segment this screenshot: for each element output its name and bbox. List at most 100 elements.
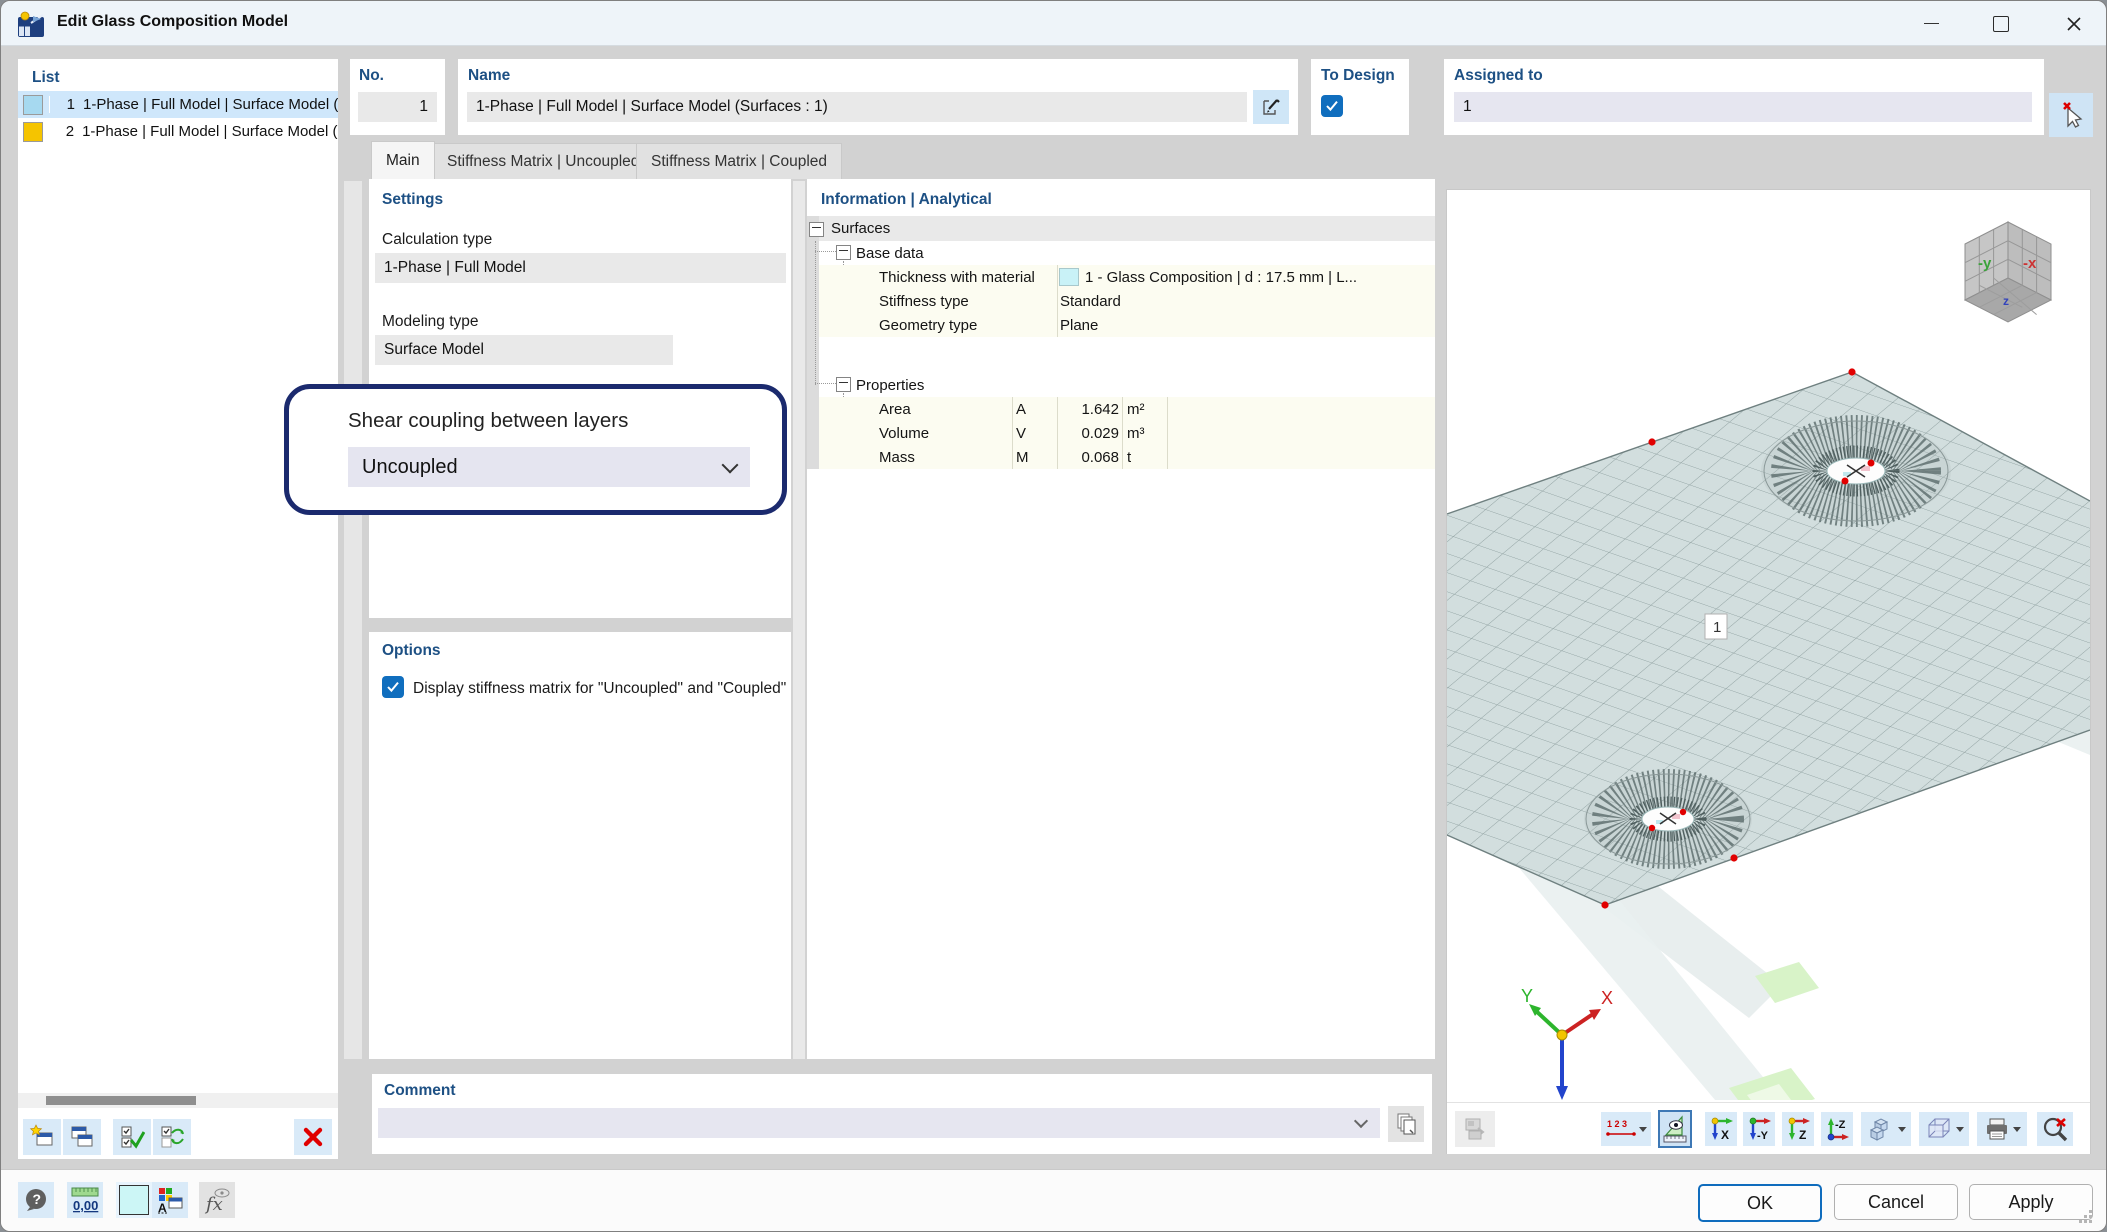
display-matrix-checkbox[interactable] [382,676,404,698]
tab-stiffness-uncoupled[interactable]: Stiffness Matrix | Uncoupled [432,143,654,179]
tree-row-geometry-type[interactable]: Geometry type Plane [819,313,1435,337]
list-hscrollbar-thumb[interactable] [46,1096,196,1105]
to-design-label: To Design [1321,67,1395,85]
properties-collapse-toggle[interactable] [836,377,851,392]
panel-splitter[interactable] [344,181,362,1059]
base-data-label: Base data [856,241,924,265]
pick-objects-button[interactable] [2049,93,2093,137]
new-item-button[interactable] [23,1119,61,1155]
ruler-eye-icon [1661,1114,1689,1144]
row-symbol: A [1016,397,1026,421]
tree-row-stiffness-type[interactable]: Stiffness type Standard [819,289,1435,313]
comment-combobox[interactable] [378,1108,1380,1138]
view-z-label: Z [1799,1128,1806,1142]
select-all-button[interactable] [113,1119,151,1155]
svg-text:?: ? [33,1191,42,1207]
calculation-type-label: Calculation type [382,231,492,249]
calculation-type-field: 1-Phase | Full Model [375,253,786,283]
to-design-checkbox[interactable] [1321,95,1343,117]
save-view-button[interactable] [1455,1111,1495,1147]
resize-grip[interactable] [2089,1220,2092,1223]
comment-copy-button[interactable] [1388,1106,1424,1142]
close-icon [2066,16,2082,32]
help-button[interactable]: ? [18,1182,54,1218]
isometric-view-button[interactable] [1861,1112,1911,1146]
surfaces-collapse-toggle[interactable] [809,222,824,237]
display-colors-button[interactable]: A [152,1182,188,1218]
settings-title: Settings [382,191,443,209]
minimize-button[interactable] [1908,1,1954,46]
tree-row-volume[interactable]: Volume V 0.029 m³ [819,421,1435,445]
list-item-color-swatch [23,95,43,115]
base-data-collapse-toggle[interactable] [836,245,851,260]
zoom-cancel-icon [2041,1115,2069,1143]
view-z-button[interactable]: Z [1782,1112,1814,1146]
axis-triad: Y X Z [1521,986,1613,1100]
assigned-to-input[interactable]: 1 [1454,92,2032,122]
fx-icon: fx [202,1186,232,1214]
view-x-button[interactable]: X [1705,1112,1737,1146]
row-label: Thickness with material [879,265,1035,289]
list-hscrollbar-track[interactable] [18,1093,338,1108]
tree-row-properties[interactable]: Properties [819,373,1435,397]
copy-pages-icon [1395,1112,1417,1136]
row-value: 1 - Glass Composition | d : 17.5 mm | L.… [1085,265,1433,289]
no-card: No. 1 [350,59,445,135]
bounding-box-button[interactable] [1919,1112,1969,1146]
close-button[interactable] [2051,1,2097,46]
modeling-type-field: Surface Model [375,335,673,365]
tree-row-base-data[interactable]: Base data [819,241,1435,265]
viewport-toolbar: 1 2 3 X [1447,1102,2090,1154]
list-item-2[interactable]: 2 1-Phase | Full Model | Surface Model (… [18,118,338,145]
list-item-1[interactable]: 1 1-Phase | Full Model | Surface Model (… [18,91,338,118]
tree-gutter [807,216,819,469]
print-button[interactable] [1977,1112,2027,1146]
ok-button[interactable]: OK [1698,1184,1822,1222]
maximize-button[interactable] [1978,1,2024,46]
tab-main[interactable]: Main [371,141,435,179]
shear-coupling-label: Shear coupling between layers [348,409,628,433]
help-icon: ? [23,1187,49,1213]
triad-x-label: X [1601,988,1613,1008]
row-value: Standard [1060,289,1121,313]
edit-pencil-icon [1261,97,1281,117]
row-label: Stiffness type [879,289,969,313]
tree-row-mass[interactable]: Mass M 0.068 t [819,445,1435,469]
rename-button[interactable] [1253,90,1289,124]
color-swatch-button[interactable] [116,1182,152,1218]
comment-title: Comment [384,1082,455,1100]
apply-button[interactable]: Apply [1969,1184,2093,1220]
formula-button[interactable]: fx [199,1182,235,1218]
cancel-button[interactable]: Cancel [1834,1184,1958,1220]
shear-coupling-dropdown[interactable]: Uncoupled [348,447,750,487]
navigation-cube[interactable]: -y -x z [1965,222,2051,322]
name-input[interactable]: 1-Phase | Full Model | Surface Model (Su… [467,92,1247,122]
3d-scene[interactable]: 1 -y -x z Y X Z [1447,190,2090,1100]
surface-color-swatch [119,1185,149,1215]
decimal-places-button[interactable]: 0,00 [67,1182,103,1218]
view-neg-z-button[interactable]: -Z [1821,1112,1853,1146]
printer-icon [1984,1116,2010,1142]
options-title: Options [382,642,441,660]
support-lower [1584,774,1752,864]
cancel-zoom-button[interactable] [2037,1112,2073,1146]
display-properties-button[interactable] [1658,1110,1692,1148]
view-x-label: X [1721,1128,1729,1142]
numbering-button[interactable]: 1 2 3 [1601,1112,1651,1146]
delete-item-button[interactable] [294,1119,332,1155]
invert-selection-button[interactable] [153,1119,191,1155]
copy-item-button[interactable] [63,1119,101,1155]
view-neg-y-button[interactable]: -Y [1743,1112,1775,1146]
tree-row-thickness[interactable]: Thickness with material 1 - Glass Compos… [819,265,1435,289]
row-symbol: M [1016,445,1029,469]
tab-stiffness-coupled[interactable]: Stiffness Matrix | Coupled [636,143,842,179]
row-label: Geometry type [879,313,977,337]
surface-number-label: 1 [1713,619,1721,636]
row-value: 0.068 [1059,445,1119,469]
view-neg-z-label: -Z [1835,1119,1846,1131]
delete-icon [301,1125,325,1149]
tree-row-surfaces[interactable]: Surfaces [819,216,1435,241]
tree-row-area[interactable]: Area A 1.642 m² [819,397,1435,421]
select-all-icon [119,1124,145,1150]
settings-scroll-strip[interactable] [793,181,805,1059]
